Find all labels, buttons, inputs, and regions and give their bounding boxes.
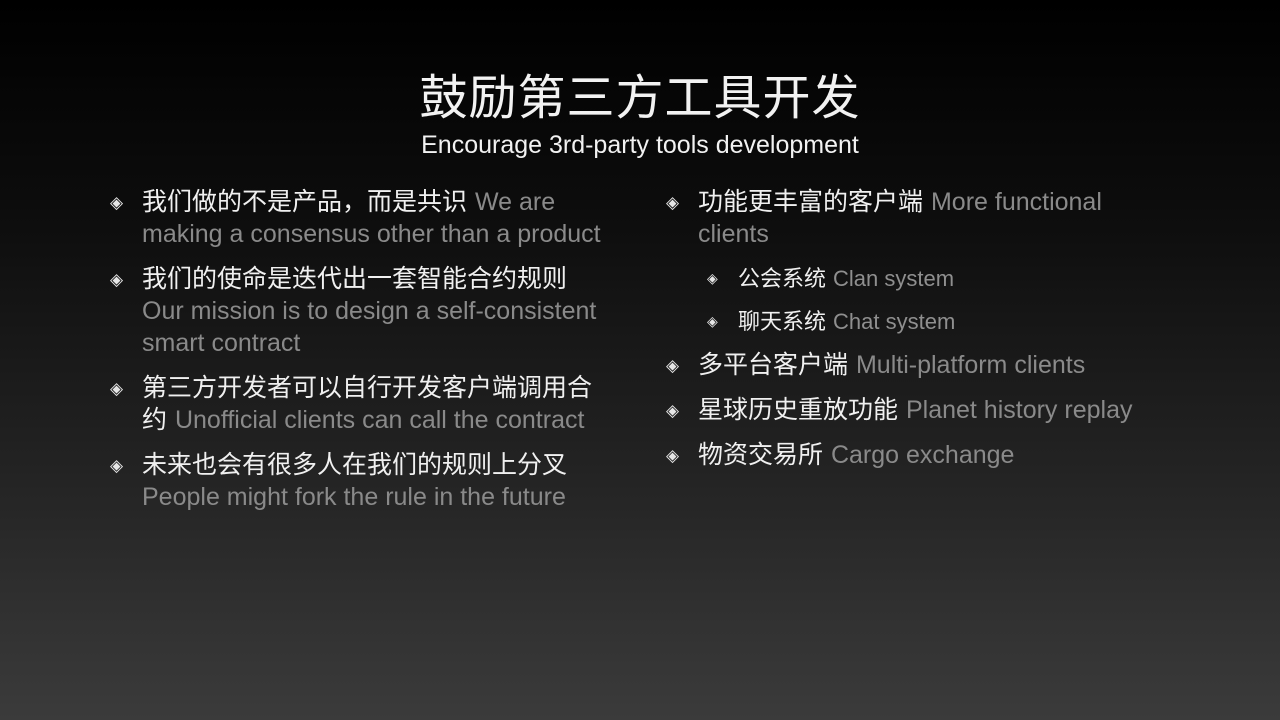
item-text-en: People might fork the rule in the future	[142, 483, 566, 511]
subitem-text-en: Chat system	[833, 309, 956, 334]
subitem-text-zh: 公会系统	[738, 267, 827, 292]
diamond-bullet-icon: ◈	[666, 401, 680, 421]
sub-list-item: ◈ 聊天系统 Chat system	[664, 306, 1174, 339]
subitem-text-zh: 聊天系统	[738, 310, 827, 335]
subitem-text-en: Clan system	[833, 266, 955, 291]
slide-subtitle: Encourage 3rd-party tools development	[421, 131, 859, 159]
item-text-zh: 未来也会有很多人在我们的规则上分叉	[142, 450, 568, 479]
item-text-zh: 物资交易所	[698, 440, 824, 469]
left-column: ◈ 我们做的不是产品，而是共识 We are making a consensu…	[108, 186, 608, 526]
list-item: ◈ 未来也会有很多人在我们的规则上分叉 People might fork th…	[108, 449, 608, 513]
diamond-bullet-icon: ◈	[110, 193, 124, 213]
item-text-en: Unofficial clients can call the contract	[174, 406, 585, 434]
item-text-en: Planet history replay	[905, 396, 1133, 424]
list-item: ◈ 多平台客户端 Multi-platform clients	[664, 349, 1174, 381]
diamond-bullet-icon: ◈	[666, 193, 680, 213]
diamond-bullet-icon: ◈	[110, 270, 124, 290]
item-text-zh: 多平台客户端	[698, 350, 849, 379]
diamond-bullet-icon: ◈	[666, 356, 680, 376]
slide: 鼓励第三方工具开发 Encourage 3rd-party tools deve…	[0, 0, 1280, 720]
list-item: ◈ 星球历史重放功能 Planet history replay	[664, 394, 1174, 426]
list-item: ◈ 我们做的不是产品，而是共识 We are making a consensu…	[108, 186, 608, 250]
list-item: ◈ 功能更丰富的客户端 More functional clients	[664, 186, 1174, 250]
diamond-bullet-icon: ◈	[110, 379, 124, 399]
item-text-zh: 星球历史重放功能	[698, 395, 899, 424]
item-text-zh: 功能更丰富的客户端	[698, 187, 924, 216]
diamond-bullet-icon: ◈	[666, 446, 680, 466]
item-text-en: Multi-platform clients	[855, 351, 1086, 379]
item-text-en: Our mission is to design a self-consiste…	[142, 297, 597, 357]
list-item: ◈ 我们的使命是迭代出一套智能合约规则 Our mission is to de…	[108, 263, 608, 359]
slide-title: 鼓励第三方工具开发	[419, 70, 861, 126]
list-item: ◈ 物资交易所 Cargo exchange	[664, 439, 1174, 471]
diamond-bullet-icon: ◈	[707, 314, 718, 330]
diamond-bullet-icon: ◈	[110, 456, 124, 476]
item-text-en: Cargo exchange	[830, 441, 1015, 469]
right-column: ◈ 功能更丰富的客户端 More functional clients ◈ 公会…	[664, 186, 1174, 484]
item-text-zh: 我们的使命是迭代出一套智能合约规则	[142, 264, 568, 293]
item-text-zh: 我们做的不是产品，而是共识	[142, 187, 468, 216]
sub-list-item: ◈ 公会系统 Clan system	[664, 263, 1174, 296]
list-item: ◈ 第三方开发者可以自行开发客户端调用合约 Unofficial clients…	[108, 372, 608, 436]
diamond-bullet-icon: ◈	[707, 271, 718, 287]
